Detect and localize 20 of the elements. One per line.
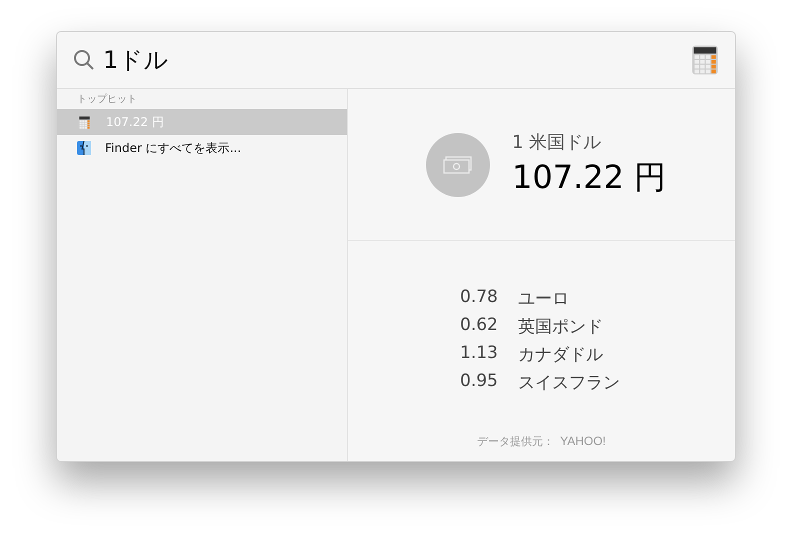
section-title: トップヒット [76, 92, 138, 107]
footer-label: データ提供元： [477, 434, 554, 449]
data-source: YAHOO! [560, 434, 606, 448]
rate-value: 1.13 [460, 343, 498, 365]
conversion-source: 1 米国ドル [512, 130, 602, 154]
result-item[interactable]: Finder にすべてを表示... [57, 135, 347, 161]
currency-name: 英国ポンド [518, 316, 604, 338]
rate-value: 0.78 [460, 287, 498, 309]
search-field[interactable]: 1ドル [103, 46, 681, 74]
calculator-icon [689, 44, 721, 76]
result-label: Finder にすべてを表示... [105, 140, 242, 156]
conversion-result: 107.22 円 [512, 156, 666, 198]
calculator-icon [77, 114, 92, 130]
rate-value: 0.95 [460, 371, 498, 393]
search-icon [73, 49, 95, 71]
currency-name: カナダドル [518, 344, 604, 366]
currency-name: スイスフラン [518, 372, 620, 394]
currency-name: ユーロ [518, 288, 570, 310]
rate-value: 0.62 [460, 315, 498, 337]
finder-face-icon [77, 141, 91, 155]
